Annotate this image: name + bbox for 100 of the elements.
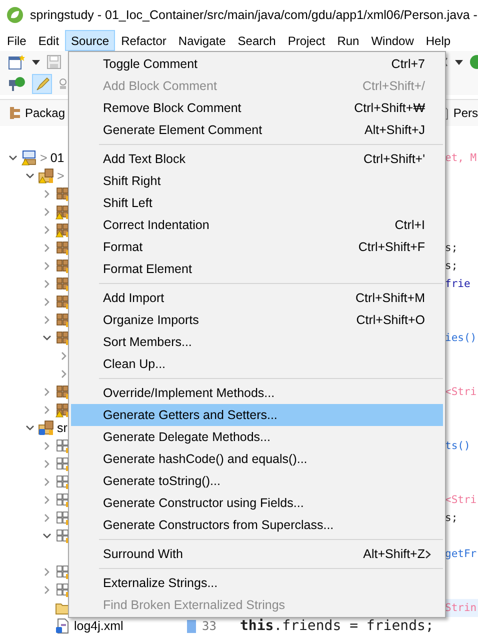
menu-item[interactable]: Help: [420, 30, 457, 51]
menu-item[interactable]: Generate Getters and Setters...: [71, 404, 443, 426]
collapsed-chevron-icon[interactable]: [59, 369, 69, 379]
package-icon: [55, 186, 71, 202]
menu-item[interactable]: Organize Imports Ctrl+Shift+O: [71, 309, 443, 331]
menu-item[interactable]: Toggle Comment Ctrl+7: [71, 53, 443, 75]
menu-item[interactable]: Format Ctrl+Shift+F: [71, 236, 443, 258]
collapsed-chevron-icon[interactable]: [42, 225, 52, 235]
code-text: getFr: [445, 548, 477, 560]
menu-item[interactable]: Generate hashCode() and equals()...: [71, 448, 443, 470]
window-title: springstudy - 01_Ioc_Container/src/main/java/com/gdu/app1/xml06/Person.java -: [30, 8, 478, 22]
collapsed-chevron-icon[interactable]: [42, 585, 52, 595]
collapsed-chevron-icon[interactable]: [59, 351, 69, 361]
empty-package-icon: [55, 510, 71, 526]
collapsed-chevron-icon[interactable]: [42, 513, 52, 523]
collapsed-chevron-icon[interactable]: [42, 207, 52, 217]
code-text: ies(): [445, 332, 477, 344]
code-text: s;: [445, 512, 458, 524]
code-text: this.friends = friends;: [240, 618, 434, 634]
project-icon: [21, 150, 37, 166]
view-tab[interactable]: Packag: [8, 106, 66, 120]
link-icon[interactable]: [58, 78, 68, 90]
menu-item[interactable]: Shift Left: [71, 192, 443, 214]
menu-item[interactable]: Generate Element Comment Alt+Shift+J: [71, 119, 443, 141]
expanded-chevron-icon[interactable]: [42, 531, 52, 541]
new-file-icon[interactable]: [8, 54, 26, 70]
tree-item-label[interactable]: sr: [57, 421, 68, 435]
package-explorer-icon: [8, 106, 22, 120]
collapsed-chevron-icon[interactable]: [42, 459, 52, 469]
collapsed-chevron-icon[interactable]: [42, 261, 52, 271]
menu-item[interactable]: Project: [282, 30, 332, 51]
collapsed-chevron-icon[interactable]: [42, 567, 52, 577]
empty-package-icon: [55, 474, 71, 490]
package-icon: [55, 330, 71, 346]
expanded-chevron-icon[interactable]: [25, 423, 35, 433]
tree-item-label[interactable]: log4j.xml: [74, 619, 124, 633]
menu-item[interactable]: Edit: [32, 30, 66, 51]
menu-item[interactable]: Add Text Block Ctrl+Shift+': [71, 148, 443, 170]
collapsed-chevron-icon[interactable]: [42, 189, 52, 199]
menu-item[interactable]: Run: [331, 30, 366, 51]
class-pin-icon[interactable]: [8, 76, 26, 92]
expanded-chevron-icon[interactable]: [42, 333, 52, 343]
package-icon: [55, 384, 71, 400]
menu-item[interactable]: Externalize Strings...: [71, 572, 443, 594]
menu-item[interactable]: Source: [65, 30, 116, 51]
dropdown-caret-icon[interactable]: [455, 60, 463, 64]
empty-package-icon: [55, 492, 71, 508]
menu-item[interactable]: Remove Block Comment Ctrl+Shift+₩: [71, 97, 443, 119]
menu-item[interactable]: Sort Members...: [71, 331, 443, 353]
menu-item[interactable]: Override/Implement Methods...: [71, 382, 443, 404]
menu-item[interactable]: Window: [365, 30, 420, 51]
expanded-chevron-icon[interactable]: [25, 171, 35, 181]
menu-item[interactable]: Correct Indentation Ctrl+I: [71, 214, 443, 236]
collapsed-chevron-icon[interactable]: [42, 387, 52, 397]
dropdown-caret-icon[interactable]: [32, 60, 40, 64]
code-text: frie: [445, 278, 470, 290]
menu-item[interactable]: Add Import Ctrl+Shift+M: [71, 287, 443, 309]
menu-item[interactable]: Generate Constructors from Superclass...: [71, 514, 443, 536]
collapsed-chevron-icon[interactable]: [42, 495, 52, 505]
menu-item[interactable]: Generate toString()...: [71, 470, 443, 492]
code-text: s;: [445, 260, 458, 272]
expanded-chevron-icon[interactable]: [8, 153, 18, 163]
menu-item[interactable]: Refactor: [115, 30, 172, 51]
menu-item[interactable]: Generate Delegate Methods...: [71, 426, 443, 448]
tree-item-label[interactable]: 01: [50, 151, 64, 165]
highlighter-toggle-button[interactable]: [32, 74, 52, 94]
empty-package-icon: [55, 582, 71, 598]
tree-decoration: >: [57, 169, 64, 183]
empty-package-icon: [55, 456, 71, 472]
menu-item[interactable]: Surround With Alt+Shift+Z: [71, 543, 443, 565]
collapsed-chevron-icon[interactable]: [42, 243, 52, 253]
save-icon[interactable]: [46, 54, 62, 70]
tree-decoration: >: [40, 151, 48, 165]
code-text: s;: [445, 242, 458, 254]
empty-package-icon: [55, 438, 71, 454]
app-logo-icon: [6, 6, 24, 24]
package-icon: [55, 240, 71, 256]
code-text: <Stri: [445, 386, 477, 398]
run-icon[interactable]: [469, 54, 478, 70]
menu-item[interactable]: Shift Right: [71, 170, 443, 192]
collapsed-chevron-icon[interactable]: [42, 297, 52, 307]
collapsed-chevron-icon[interactable]: [42, 441, 52, 451]
package-icon: [55, 294, 71, 310]
collapsed-chevron-icon[interactable]: [42, 477, 52, 487]
source-folder-icon: [38, 168, 54, 184]
code-text: et, M: [445, 152, 477, 164]
collapsed-chevron-icon[interactable]: [42, 405, 52, 415]
empty-package-icon: [55, 528, 71, 544]
menu-item[interactable]: Format Element: [71, 258, 443, 280]
code-text: ts(): [445, 440, 470, 452]
collapsed-chevron-icon[interactable]: [42, 279, 52, 289]
menu-item[interactable]: Clean Up...: [71, 353, 443, 375]
menu-item[interactable]: Navigate: [172, 30, 232, 51]
menu-item[interactable]: File: [1, 30, 32, 51]
empty-package-icon: [55, 564, 71, 580]
collapsed-chevron-icon[interactable]: [42, 315, 52, 325]
menu-item[interactable]: Search: [232, 30, 282, 51]
package-icon: [55, 312, 71, 328]
menu-item[interactable]: Generate Constructor using Fields...: [71, 492, 443, 514]
line-number: 33: [202, 619, 216, 633]
